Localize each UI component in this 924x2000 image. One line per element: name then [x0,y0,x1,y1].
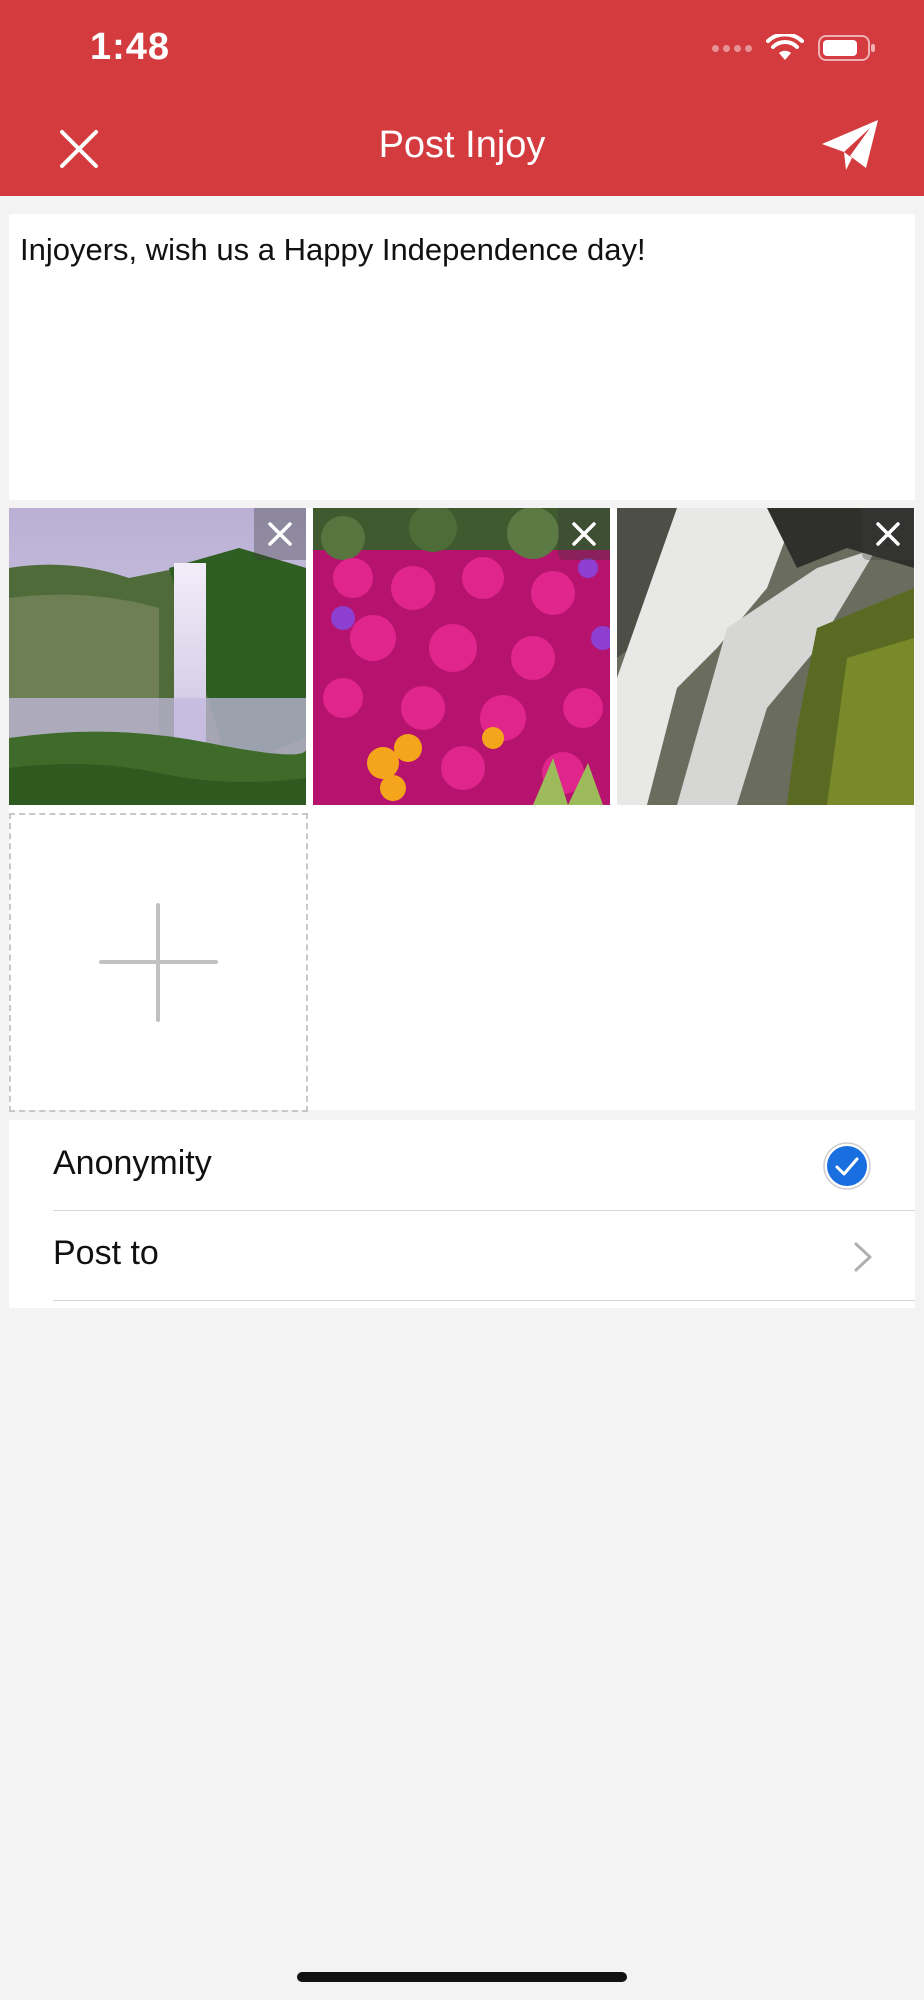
status-icons [712,34,876,62]
photo-grid [9,508,915,1112]
home-indicator [297,1972,627,1982]
check-icon[interactable] [823,1142,871,1190]
anonymity-row[interactable]: Anonymity [53,1120,915,1211]
close-icon [572,522,596,546]
battery-icon [818,35,875,61]
chevron-right-icon [854,1242,872,1272]
send-icon[interactable] [820,118,880,172]
post-settings: Anonymity Post to [9,1120,915,1308]
remove-photo-button[interactable] [254,508,306,560]
rocky-waterfall-photo[interactable] [617,508,914,805]
pink-flowers-photo[interactable] [313,508,610,805]
close-icon [876,522,900,546]
remove-photo-button[interactable] [558,508,610,560]
close-icon [268,522,292,546]
post-text[interactable]: Injoyers, wish us a Happy Independence d… [20,232,646,268]
post-text-editor[interactable]: Injoyers, wish us a Happy Independence d… [9,214,915,500]
remove-photo-button[interactable] [862,508,914,560]
anonymity-label: Anonymity [53,1144,212,1182]
page-title: Post Injoy [378,124,546,166]
signal-icon [712,44,752,52]
status-time: 1:48 [90,26,171,68]
add-photo-button[interactable] [9,813,308,1112]
plus-icon [99,903,218,1022]
waterfall-cliff-photo[interactable] [9,508,306,805]
wifi-icon [766,34,804,60]
post-to-row[interactable]: Post to [53,1210,915,1301]
app-header: 1:48 Post Injoy [0,0,924,196]
post-to-label: Post to [53,1234,159,1272]
